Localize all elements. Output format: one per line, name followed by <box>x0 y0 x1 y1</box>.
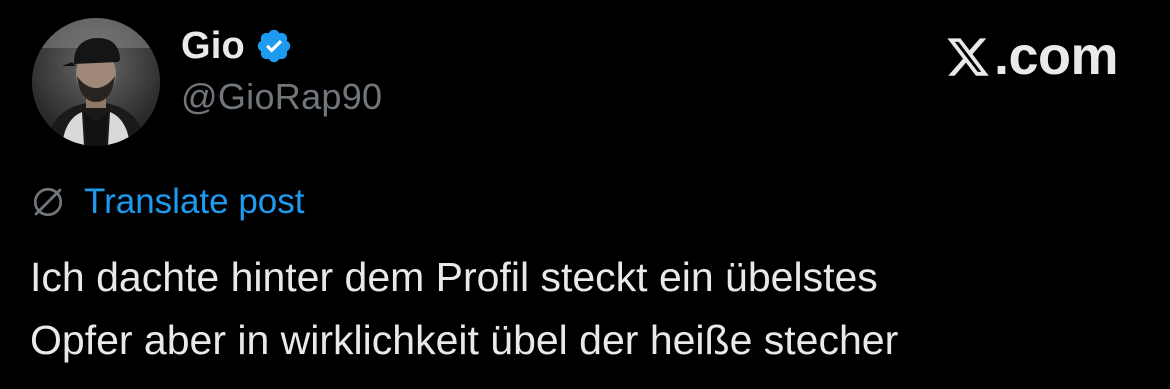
post-text-line: Opfer aber in wirklichkeit übel der heiß… <box>30 317 899 363</box>
translate-post-row[interactable]: Translate post <box>30 180 304 224</box>
x-logo-icon <box>945 34 991 80</box>
post-card: Gio @GioRap90 .com Translate post Ich da… <box>0 0 1170 389</box>
author-handle[interactable]: @GioRap90 <box>181 76 382 118</box>
avatar[interactable] <box>32 18 160 146</box>
verified-badge-icon[interactable] <box>255 27 293 65</box>
translate-post-link[interactable]: Translate post <box>84 182 304 222</box>
avatar-image <box>32 18 160 146</box>
author-name-row: Gio <box>181 22 293 70</box>
brand-domain-text: .com <box>993 26 1119 86</box>
globe-icon <box>30 184 66 220</box>
brand-logo: .com <box>945 26 1119 86</box>
post-text-line: Ich dachte hinter dem Profil steckt ein … <box>30 254 878 300</box>
author-display-name[interactable]: Gio <box>181 25 245 68</box>
post-text: Ich dachte hinter dem Profil steckt ein … <box>30 246 1150 372</box>
